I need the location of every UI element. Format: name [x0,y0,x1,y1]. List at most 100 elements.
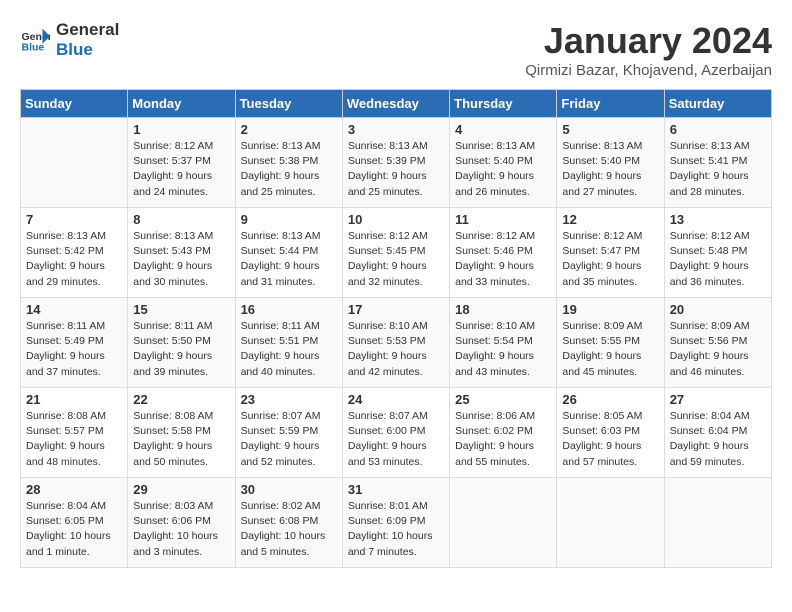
week-row-4: 28 Sunrise: 8:04 AM Sunset: 6:05 PM Dayli… [21,478,772,568]
title-block: January 2024 Qirmizi Bazar, Khojavend, A… [525,20,772,79]
calendar-cell: 17Sunrise: 8:10 AM Sunset: 5:53 PM Dayli… [342,298,449,388]
day-info: Sunrise: 8:04 AM Sunset: 6:05 PM Dayligh… [26,499,122,560]
day-number: 13 [670,212,766,227]
calendar-cell: 20 Sunrise: 8:09 AM Sunset: 5:56 PM Dayli… [664,298,771,388]
day-info: Sunrise: 8:11 AM Sunset: 5:49 PM Dayligh… [26,319,122,380]
calendar-cell: 22 Sunrise: 8:08 AM Sunset: 5:58 PM Dayli… [128,388,235,478]
day-info: Sunrise: 8:07 AM Sunset: 5:59 PM Dayligh… [241,409,337,470]
day-number: 11 [455,212,551,227]
day-info: Sunrise: 8:13 AM Sunset: 5:43 PM Dayligh… [133,229,229,290]
day-number: 2 [241,122,337,137]
day-number: 30 [241,482,337,497]
day-number: 7 [26,212,122,227]
calendar-cell: 2 Sunrise: 8:13 AM Sunset: 5:38 PM Daylig… [235,118,342,208]
svg-text:Blue: Blue [22,41,45,53]
calendar-cell: 23 Sunrise: 8:07 AM Sunset: 5:59 PM Dayli… [235,388,342,478]
day-number: 14 [26,302,122,317]
day-number: 4 [455,122,551,137]
header-sunday: Sunday [21,90,128,118]
calendar-cell [21,118,128,208]
header-wednesday: Wednesday [342,90,449,118]
calendar-cell: 29 Sunrise: 8:03 AM Sunset: 6:06 PM Dayli… [128,478,235,568]
day-number: 24 [348,392,444,407]
calendar-cell [664,478,771,568]
calendar-cell: 15 Sunrise: 8:11 AM Sunset: 5:50 PM Dayli… [128,298,235,388]
day-info: Sunrise: 8:13 AM Sunset: 5:38 PM Dayligh… [241,139,337,200]
calendar-cell: 7 Sunrise: 8:13 AM Sunset: 5:42 PM Daylig… [21,208,128,298]
day-info: Sunrise: 8:05 AM Sunset: 6:03 PM Dayligh… [562,409,658,470]
calendar-cell: 5 Sunrise: 8:13 AM Sunset: 5:40 PM Daylig… [557,118,664,208]
header-monday: Monday [128,90,235,118]
calendar-cell: 30 Sunrise: 8:02 AM Sunset: 6:08 PM Dayli… [235,478,342,568]
calendar-cell: 16Sunrise: 8:11 AM Sunset: 5:51 PM Dayli… [235,298,342,388]
week-row-0: 1 Sunrise: 8:12 AM Sunset: 5:37 PM Daylig… [21,118,772,208]
day-number: 17 [348,302,444,317]
day-number: 15 [133,302,229,317]
calendar-cell: 21 Sunrise: 8:08 AM Sunset: 5:57 PM Dayli… [21,388,128,478]
day-number: 6 [670,122,766,137]
day-number: 31 [348,482,444,497]
header-friday: Friday [557,90,664,118]
day-number: 5 [562,122,658,137]
calendar-cell: 18Sunrise: 8:10 AM Sunset: 5:54 PM Dayli… [450,298,557,388]
week-row-1: 7 Sunrise: 8:13 AM Sunset: 5:42 PM Daylig… [21,208,772,298]
day-info: Sunrise: 8:12 AM Sunset: 5:48 PM Dayligh… [670,229,766,290]
day-info: Sunrise: 8:03 AM Sunset: 6:06 PM Dayligh… [133,499,229,560]
day-info: Sunrise: 8:08 AM Sunset: 5:58 PM Dayligh… [133,409,229,470]
calendar-cell: 24 Sunrise: 8:07 AM Sunset: 6:00 PM Dayli… [342,388,449,478]
day-number: 1 [133,122,229,137]
day-info: Sunrise: 8:13 AM Sunset: 5:40 PM Dayligh… [562,139,658,200]
calendar-cell: 3Sunrise: 8:13 AM Sunset: 5:39 PM Daylig… [342,118,449,208]
day-number: 20 [670,302,766,317]
calendar-cell: 31 Sunrise: 8:01 AM Sunset: 6:09 PM Dayli… [342,478,449,568]
day-number: 12 [562,212,658,227]
day-info: Sunrise: 8:11 AM Sunset: 5:51 PM Dayligh… [241,319,337,380]
header-tuesday: Tuesday [235,90,342,118]
header-thursday: Thursday [450,90,557,118]
calendar-cell: 10 Sunrise: 8:12 AM Sunset: 5:45 PM Dayli… [342,208,449,298]
calendar-cell: 6 Sunrise: 8:13 AM Sunset: 5:41 PM Daylig… [664,118,771,208]
day-info: Sunrise: 8:13 AM Sunset: 5:41 PM Dayligh… [670,139,766,200]
day-info: Sunrise: 8:12 AM Sunset: 5:46 PM Dayligh… [455,229,551,290]
page-header: General Blue General Blue January 2024 Q… [20,20,772,79]
day-info: Sunrise: 8:04 AM Sunset: 6:04 PM Dayligh… [670,409,766,470]
day-number: 10 [348,212,444,227]
calendar-cell: 19 Sunrise: 8:09 AM Sunset: 5:55 PM Dayli… [557,298,664,388]
day-info: Sunrise: 8:12 AM Sunset: 5:47 PM Dayligh… [562,229,658,290]
calendar-table: SundayMondayTuesdayWednesdayThursdayFrid… [20,89,772,568]
day-number: 26 [562,392,658,407]
day-info: Sunrise: 8:12 AM Sunset: 5:37 PM Dayligh… [133,139,229,200]
day-number: 8 [133,212,229,227]
day-info: Sunrise: 8:11 AM Sunset: 5:50 PM Dayligh… [133,319,229,380]
calendar-cell: 12 Sunrise: 8:12 AM Sunset: 5:47 PM Dayli… [557,208,664,298]
day-number: 29 [133,482,229,497]
logo-general: General [56,20,119,40]
calendar-cell: 4 Sunrise: 8:13 AM Sunset: 5:40 PM Daylig… [450,118,557,208]
day-info: Sunrise: 8:02 AM Sunset: 6:08 PM Dayligh… [241,499,337,560]
day-number: 9 [241,212,337,227]
day-number: 27 [670,392,766,407]
calendar-cell: 11 Sunrise: 8:12 AM Sunset: 5:46 PM Dayli… [450,208,557,298]
day-number: 21 [26,392,122,407]
day-info: Sunrise: 8:08 AM Sunset: 5:57 PM Dayligh… [26,409,122,470]
month-title: January 2024 [525,20,772,62]
day-info: Sunrise: 8:09 AM Sunset: 5:56 PM Dayligh… [670,319,766,380]
day-number: 28 [26,482,122,497]
calendar-cell: 9 Sunrise: 8:13 AM Sunset: 5:44 PM Daylig… [235,208,342,298]
day-number: 22 [133,392,229,407]
day-info: Sunrise: 8:13 AM Sunset: 5:39 PM Dayligh… [348,139,444,200]
day-info: Sunrise: 8:13 AM Sunset: 5:40 PM Dayligh… [455,139,551,200]
day-number: 19 [562,302,658,317]
day-info: Sunrise: 8:06 AM Sunset: 6:02 PM Dayligh… [455,409,551,470]
day-number: 23 [241,392,337,407]
day-info: Sunrise: 8:07 AM Sunset: 6:00 PM Dayligh… [348,409,444,470]
calendar-cell: 27 Sunrise: 8:04 AM Sunset: 6:04 PM Dayli… [664,388,771,478]
logo-icon: General Blue [20,25,50,55]
day-info: Sunrise: 8:12 AM Sunset: 5:45 PM Dayligh… [348,229,444,290]
day-info: Sunrise: 8:09 AM Sunset: 5:55 PM Dayligh… [562,319,658,380]
logo-blue: Blue [56,40,119,60]
day-info: Sunrise: 8:13 AM Sunset: 5:42 PM Dayligh… [26,229,122,290]
week-row-2: 14 Sunrise: 8:11 AM Sunset: 5:49 PM Dayli… [21,298,772,388]
day-info: Sunrise: 8:13 AM Sunset: 5:44 PM Dayligh… [241,229,337,290]
day-info: Sunrise: 8:01 AM Sunset: 6:09 PM Dayligh… [348,499,444,560]
